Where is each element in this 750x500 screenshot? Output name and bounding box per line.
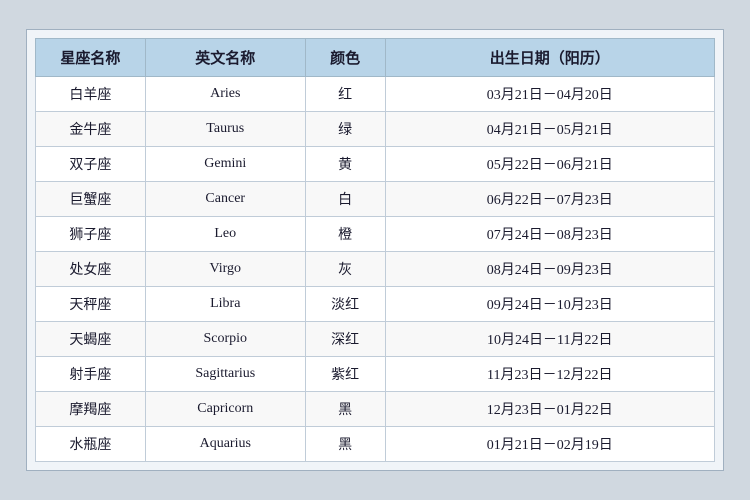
cell-date: 03月21日－04月20日 [385, 77, 714, 112]
table-row: 处女座Virgo灰08月24日－09月23日 [36, 252, 715, 287]
cell-date: 07月24日－08月23日 [385, 217, 714, 252]
cell-english: Taurus [145, 112, 305, 147]
table-header-row: 星座名称 英文名称 颜色 出生日期（阳历） [36, 39, 715, 77]
table-row: 白羊座Aries红03月21日－04月20日 [36, 77, 715, 112]
header-color: 颜色 [305, 39, 385, 77]
cell-date: 05月22日－06月21日 [385, 147, 714, 182]
cell-english: Aquarius [145, 427, 305, 462]
zodiac-table-container: 星座名称 英文名称 颜色 出生日期（阳历） 白羊座Aries红03月21日－04… [26, 29, 724, 471]
cell-english: Virgo [145, 252, 305, 287]
table-row: 射手座Sagittarius紫红11月23日－12月22日 [36, 357, 715, 392]
cell-color: 红 [305, 77, 385, 112]
header-date: 出生日期（阳历） [385, 39, 714, 77]
cell-chinese: 射手座 [36, 357, 146, 392]
table-row: 金牛座Taurus绿04月21日－05月21日 [36, 112, 715, 147]
table-row: 水瓶座Aquarius黑01月21日－02月19日 [36, 427, 715, 462]
cell-color: 黄 [305, 147, 385, 182]
cell-date: 09月24日－10月23日 [385, 287, 714, 322]
cell-english: Aries [145, 77, 305, 112]
cell-english: Leo [145, 217, 305, 252]
cell-color: 橙 [305, 217, 385, 252]
cell-color: 绿 [305, 112, 385, 147]
cell-date: 04月21日－05月21日 [385, 112, 714, 147]
cell-chinese: 摩羯座 [36, 392, 146, 427]
cell-chinese: 巨蟹座 [36, 182, 146, 217]
zodiac-table: 星座名称 英文名称 颜色 出生日期（阳历） 白羊座Aries红03月21日－04… [35, 38, 715, 462]
cell-chinese: 白羊座 [36, 77, 146, 112]
table-row: 摩羯座Capricorn黑12月23日－01月22日 [36, 392, 715, 427]
cell-color: 白 [305, 182, 385, 217]
cell-color: 深红 [305, 322, 385, 357]
table-row: 天秤座Libra淡红09月24日－10月23日 [36, 287, 715, 322]
cell-chinese: 天秤座 [36, 287, 146, 322]
cell-chinese: 双子座 [36, 147, 146, 182]
cell-english: Scorpio [145, 322, 305, 357]
cell-date: 10月24日－11月22日 [385, 322, 714, 357]
cell-chinese: 水瓶座 [36, 427, 146, 462]
cell-color: 黑 [305, 427, 385, 462]
cell-date: 08月24日－09月23日 [385, 252, 714, 287]
cell-color: 淡红 [305, 287, 385, 322]
cell-chinese: 处女座 [36, 252, 146, 287]
cell-color: 黑 [305, 392, 385, 427]
table-row: 巨蟹座Cancer白06月22日－07月23日 [36, 182, 715, 217]
header-chinese: 星座名称 [36, 39, 146, 77]
cell-chinese: 狮子座 [36, 217, 146, 252]
cell-chinese: 天蝎座 [36, 322, 146, 357]
header-english: 英文名称 [145, 39, 305, 77]
cell-color: 紫红 [305, 357, 385, 392]
table-body: 白羊座Aries红03月21日－04月20日金牛座Taurus绿04月21日－0… [36, 77, 715, 462]
cell-date: 06月22日－07月23日 [385, 182, 714, 217]
cell-date: 11月23日－12月22日 [385, 357, 714, 392]
cell-english: Cancer [145, 182, 305, 217]
cell-english: Sagittarius [145, 357, 305, 392]
cell-english: Libra [145, 287, 305, 322]
cell-english: Capricorn [145, 392, 305, 427]
cell-color: 灰 [305, 252, 385, 287]
cell-date: 01月21日－02月19日 [385, 427, 714, 462]
table-row: 狮子座Leo橙07月24日－08月23日 [36, 217, 715, 252]
cell-chinese: 金牛座 [36, 112, 146, 147]
cell-english: Gemini [145, 147, 305, 182]
table-row: 天蝎座Scorpio深红10月24日－11月22日 [36, 322, 715, 357]
table-row: 双子座Gemini黄05月22日－06月21日 [36, 147, 715, 182]
cell-date: 12月23日－01月22日 [385, 392, 714, 427]
